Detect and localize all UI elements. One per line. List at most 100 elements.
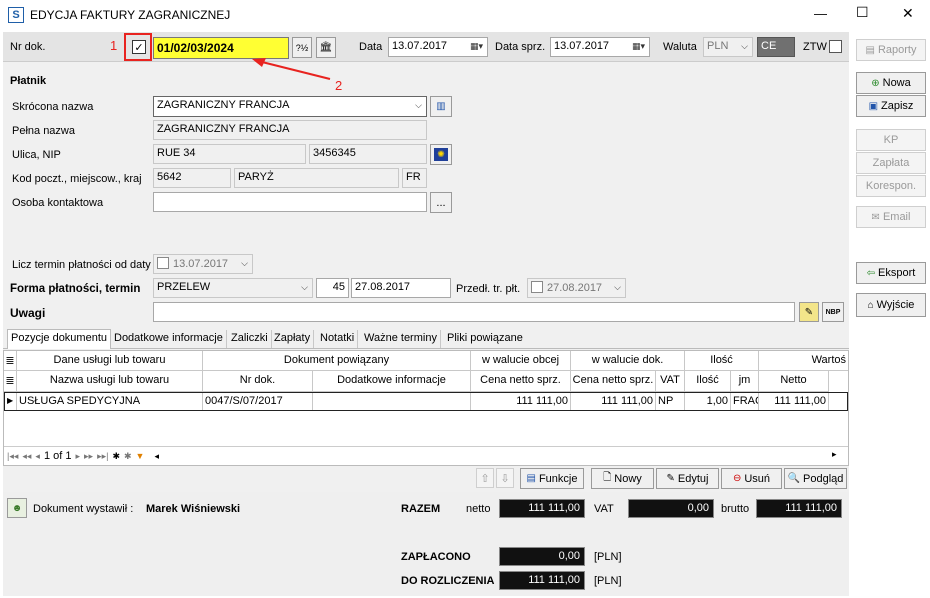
tab-pozycje[interactable]: Pozycje dokumentu <box>7 329 111 349</box>
days-field[interactable]: 45 <box>316 278 349 298</box>
horizontal-scrollbar[interactable] <box>262 450 822 462</box>
col-header-vat[interactable]: VAT <box>656 371 685 392</box>
tab-notatki[interactable]: Notatki <box>317 330 359 348</box>
col-header-jm[interactable]: jm <box>731 371 759 392</box>
nowa-button[interactable]: ⊕ Nowa <box>856 72 926 94</box>
cell-nazwa[interactable]: USŁUGA SPEDYCYJNA <box>17 393 203 410</box>
user-button[interactable]: ☻ <box>7 498 27 518</box>
kraj-field[interactable]: FR <box>402 168 427 188</box>
filter-icon[interactable]: ▼ <box>136 451 145 461</box>
uwagi-field[interactable] <box>153 302 795 322</box>
cell-netto[interactable]: 111 111,00 <box>759 393 829 410</box>
cell-cena-dok[interactable]: 111 111,00 <box>571 393 656 410</box>
col-header-nazwa[interactable]: Nazwa usługi lub towaru <box>17 371 203 392</box>
pager-last-icon[interactable]: ▸▸| <box>97 451 108 462</box>
forma-select[interactable]: PRZELEW ⌵ <box>153 278 313 298</box>
col-header-netto[interactable]: Netto <box>759 371 829 392</box>
licz-termin-field[interactable]: 13.07.2017 ⌵ <box>153 254 253 274</box>
ztw-label: ZTW <box>803 41 827 53</box>
data-field[interactable]: 13.07.2017 ▦▾ <box>388 37 488 57</box>
pager-add-icon[interactable]: ✱ <box>112 451 120 462</box>
close-button[interactable]: ✕ <box>902 5 914 22</box>
cell-cena-obca[interactable]: 111 111,00 <box>471 393 571 410</box>
move-down-button[interactable]: ⇩ <box>496 468 514 488</box>
predl-field[interactable]: 27.08.2017 ⌵ <box>527 278 626 298</box>
eu-vat-button[interactable]: ✺ <box>430 144 452 165</box>
miejscowosc-field[interactable]: PARYŻ <box>234 168 399 188</box>
col-header-nr-dok[interactable]: Nr dok. <box>203 371 313 392</box>
col-header-dodatkowe[interactable]: Dodatkowe informacje <box>313 371 471 392</box>
kp-button[interactable]: KP <box>856 129 926 151</box>
wyjscie-button[interactable]: ⌂ Wyjście <box>856 293 926 317</box>
scroll-left-icon[interactable]: ◂ <box>154 451 159 462</box>
brutto-label: brutto <box>721 503 750 515</box>
col-header-ilosc[interactable]: Ilość <box>685 371 731 392</box>
email-button[interactable]: ✉ Email <box>856 206 926 228</box>
vat-value: 0,00 <box>628 499 714 518</box>
cell-dodatkowe[interactable] <box>313 393 471 410</box>
tab-pliki[interactable]: Pliki powiązane <box>444 330 526 348</box>
pager-next-icon[interactable]: ▸ <box>75 451 80 462</box>
osoba-field[interactable] <box>153 192 427 212</box>
podglad-button[interactable]: 🔍 Podgląd <box>784 468 847 489</box>
licz-termin-checkbox[interactable] <box>157 257 169 269</box>
report-icon: ▤ <box>865 44 875 56</box>
cell-ilosc[interactable]: 1,00 <box>685 393 731 410</box>
kod-label: Kod poczt., miejscow., kraj <box>12 173 142 185</box>
calendar-dropdown-icon: ▦▾ <box>631 41 645 51</box>
maximize-button[interactable]: ☐ <box>856 4 869 21</box>
usun-button[interactable]: ⊖ Usuń <box>721 468 782 489</box>
korespon-button[interactable]: Korespon. <box>856 175 926 197</box>
contractor-book-button[interactable]: ▥ <box>430 96 452 117</box>
raporty-button[interactable]: ▤ Raporty <box>856 39 926 61</box>
user-icon: ☻ <box>11 502 23 514</box>
tab-zaplaty[interactable]: Zapłaty <box>271 330 315 348</box>
ztw-checkbox[interactable] <box>829 40 842 53</box>
ulica-label: Ulica, NIP <box>12 149 61 161</box>
forma-value: PRZELEW <box>157 281 211 293</box>
nowy-button[interactable]: 🗋 Nowy <box>591 468 654 489</box>
termin-field[interactable]: 27.08.2017 <box>351 278 451 298</box>
data-sprz-label: Data sprz. <box>495 41 546 53</box>
data-sprz-field[interactable]: 13.07.2017 ▦▾ <box>550 37 650 57</box>
nbp-button[interactable]: NBP <box>822 302 844 322</box>
pelna-field[interactable]: ZAGRANICZNY FRANCJA <box>153 120 427 140</box>
waluta-value: PLN <box>707 40 729 52</box>
pager-next-page-icon[interactable]: ▸▸ <box>84 451 93 462</box>
pager-prev-page-icon[interactable]: ◂◂ <box>22 451 31 462</box>
col-header-cena-dok[interactable]: Cena netto sprz. <box>571 371 656 392</box>
chevron-down-icon: ⌵ <box>301 282 308 292</box>
kod-field[interactable]: 5642 <box>153 168 231 188</box>
uwagi-edit-button[interactable]: ✎ <box>799 302 819 322</box>
scroll-right-icon[interactable]: ▸ <box>832 449 837 460</box>
pager-add-copy-icon[interactable]: ✱ <box>124 451 132 462</box>
cell-vat[interactable]: NP <box>656 393 685 410</box>
cell-jm[interactable]: FRAC <box>731 393 759 410</box>
cell-nr-dok[interactable]: 0047/S/07/2017 <box>203 393 313 410</box>
funkcje-button[interactable]: ▤ Funkcje <box>520 468 584 489</box>
eksport-button[interactable]: ⇦ Eksport <box>856 262 926 284</box>
col-header-cena-obca[interactable]: Cena netto sprz. <box>471 371 571 392</box>
nr-dok-checkbox[interactable]: ✓ <box>132 40 146 54</box>
minimize-button[interactable]: — <box>814 6 827 21</box>
group-header-ilosc: Ilość <box>685 351 759 371</box>
email-icon: ✉ <box>871 211 880 223</box>
ulica-field[interactable]: RUE 34 <box>153 144 306 164</box>
pager-first-icon[interactable]: |◂◂ <box>7 451 18 462</box>
zaplacono-label: ZAPŁACONO <box>401 551 471 563</box>
eu-flag-icon: ✺ <box>434 148 448 161</box>
osoba-ellipsis-button[interactable]: ... <box>430 192 452 213</box>
move-up-button[interactable]: ⇧ <box>476 468 494 488</box>
tab-dodatkowe[interactable]: Dodatkowe informacje <box>111 330 227 348</box>
tab-wazne-terminy[interactable]: Ważne terminy <box>361 330 441 348</box>
waluta-select[interactable]: PLN ⌵ <box>703 37 753 57</box>
annotation-arrow <box>252 58 331 80</box>
predl-checkbox[interactable] <box>531 281 543 293</box>
nip-field[interactable]: 3456345 <box>309 144 427 164</box>
zapisz-button[interactable]: ▣ Zapisz <box>856 95 926 117</box>
tab-zaliczki[interactable]: Zaliczki <box>228 330 272 348</box>
skrocona-select[interactable]: ZAGRANICZNY FRANCJA ⌵ <box>153 96 427 117</box>
pager-prev-icon[interactable]: ◂ <box>35 451 40 462</box>
zaplata-button[interactable]: Zapłata <box>856 152 926 174</box>
edytuj-button[interactable]: ✎ Edytuj <box>656 468 719 489</box>
